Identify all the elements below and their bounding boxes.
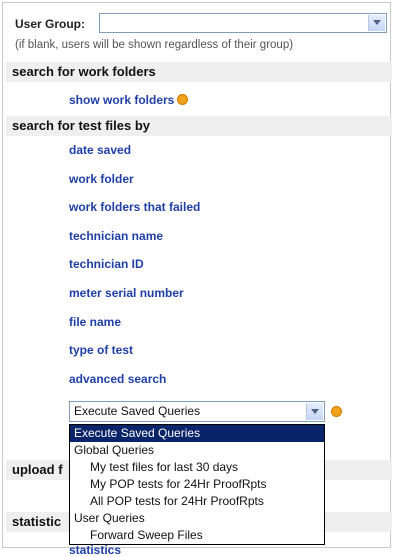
saved-queries-dropdown: Execute Saved Queries Global Queries My … bbox=[69, 424, 325, 545]
search-panel: User Group: (if blank, users will be sho… bbox=[2, 2, 392, 557]
section-header-test-files: search for test files by bbox=[6, 116, 392, 136]
option-all-pop-tests[interactable]: All POP tests for 24Hr ProofRpts bbox=[70, 493, 324, 510]
saved-queries-select[interactable]: Execute Saved Queries bbox=[69, 401, 325, 422]
option-my-test-files-30-days[interactable]: My test files for last 30 days bbox=[70, 459, 324, 476]
link-statistics[interactable]: statistics bbox=[69, 543, 121, 557]
link-type-of-test[interactable]: type of test bbox=[69, 343, 133, 357]
link-file-name[interactable]: file name bbox=[69, 315, 121, 329]
user-group-hint: (if blank, users will be shown regardles… bbox=[15, 39, 294, 51]
link-technician-name[interactable]: technician name bbox=[69, 229, 163, 243]
link-work-folders-failed[interactable]: work folders that failed bbox=[69, 200, 200, 214]
link-work-folder[interactable]: work folder bbox=[69, 172, 134, 186]
link-date-saved[interactable]: date saved bbox=[69, 143, 131, 157]
info-icon[interactable] bbox=[177, 94, 189, 106]
section-header-work-folders: search for work folders bbox=[6, 62, 392, 82]
show-work-folders-link[interactable]: show work folders bbox=[69, 93, 189, 107]
user-group-label: User Group: bbox=[15, 17, 86, 31]
link-advanced-search[interactable]: advanced search bbox=[69, 372, 166, 386]
info-icon[interactable] bbox=[331, 406, 342, 417]
link-technician-id[interactable]: technician ID bbox=[69, 257, 144, 271]
user-group-select[interactable] bbox=[99, 13, 387, 33]
chevron-down-icon[interactable] bbox=[306, 403, 323, 420]
option-group-user-queries: User Queries bbox=[74, 511, 145, 525]
option-execute-saved-queries[interactable]: Execute Saved Queries bbox=[70, 425, 324, 442]
option-forward-sweep-files[interactable]: Forward Sweep Files bbox=[70, 527, 324, 544]
link-meter-serial-number[interactable]: meter serial number bbox=[69, 286, 184, 300]
option-group-global-queries: Global Queries bbox=[74, 443, 155, 457]
chevron-down-icon[interactable] bbox=[368, 15, 385, 31]
show-work-folders-label: show work folders bbox=[69, 93, 175, 107]
saved-queries-selected-value: Execute Saved Queries bbox=[74, 404, 201, 418]
option-my-pop-tests[interactable]: My POP tests for 24Hr ProofRpts bbox=[70, 476, 324, 493]
